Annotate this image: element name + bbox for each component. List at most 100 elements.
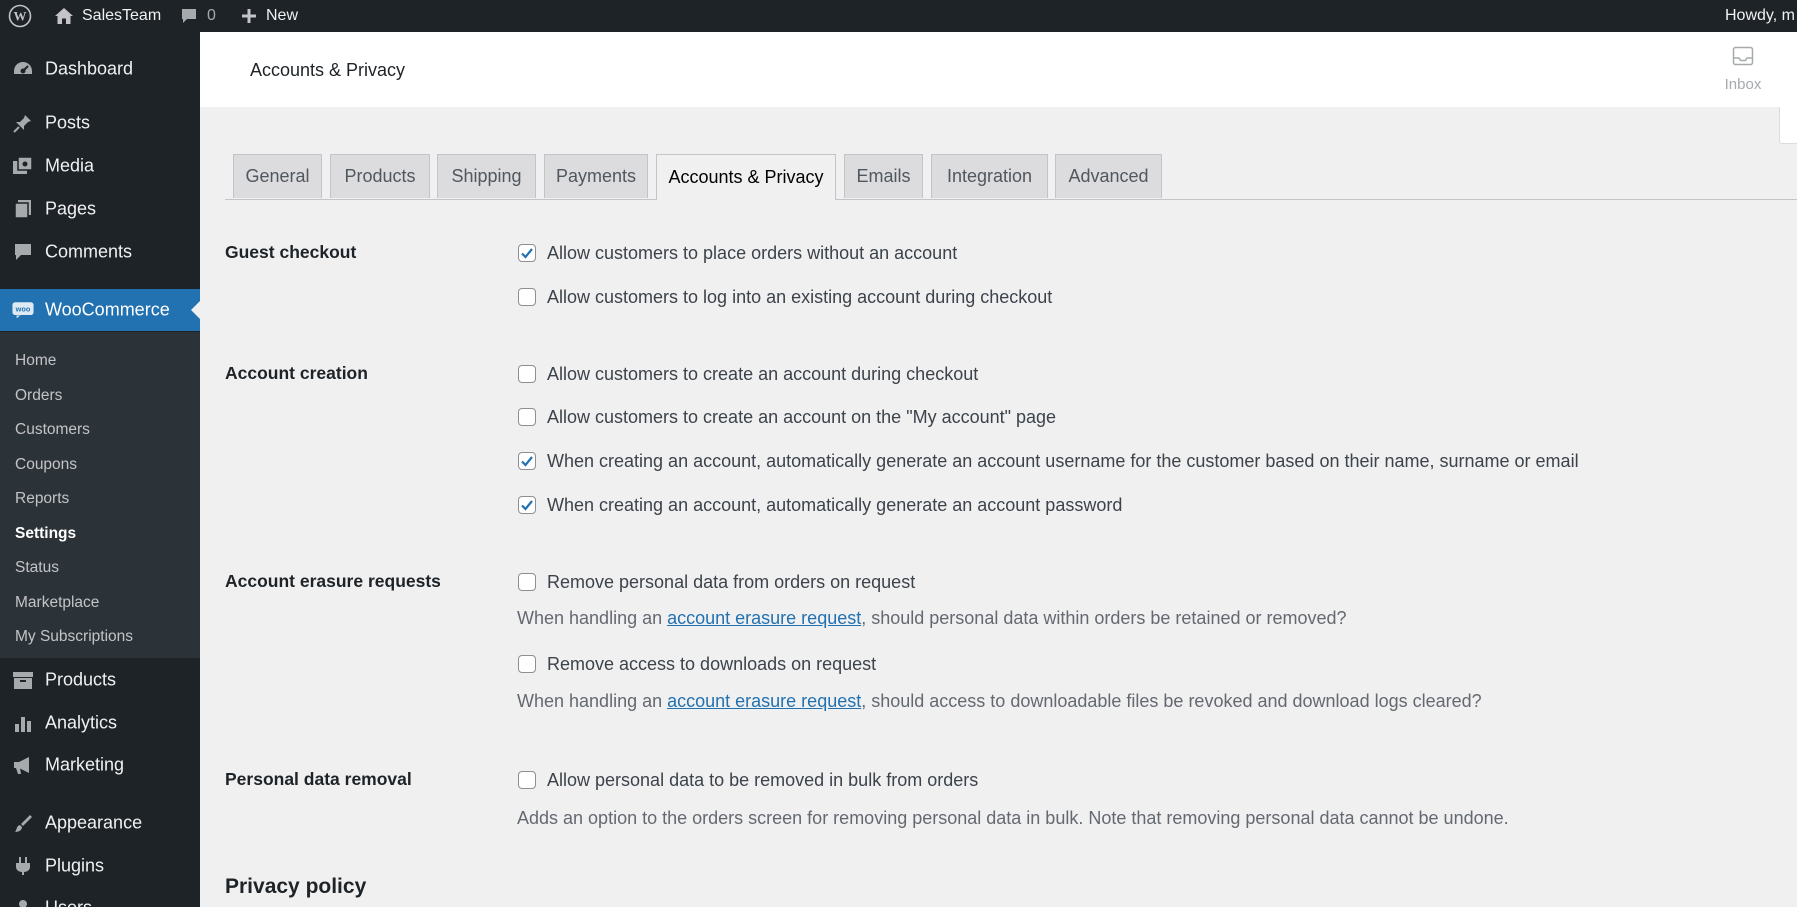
tab-advanced[interactable]: Advanced <box>1055 154 1162 198</box>
checkbox[interactable] <box>518 771 536 789</box>
menu-item-analytics[interactable]: Analytics <box>0 702 200 744</box>
checkbox[interactable] <box>518 408 536 426</box>
menu-label: Posts <box>45 112 91 133</box>
erasure-downloads-description: When handling an account erasure request… <box>517 691 1482 712</box>
page-header: Accounts & Privacy Inbox <box>200 32 1797 107</box>
site-name: SalesTeam <box>82 7 162 24</box>
submenu-reports[interactable]: Reports <box>15 490 69 508</box>
site-name-link[interactable]: SalesTeam <box>54 0 161 32</box>
menu-label: Marketing <box>45 754 125 775</box>
tab-accounts-privacy[interactable]: Accounts & Privacy <box>656 154 836 200</box>
dashboard-icon <box>12 58 34 80</box>
menu-label: Appearance <box>45 812 143 833</box>
menu-item-users[interactable]: Users <box>0 887 200 907</box>
svg-text:W: W <box>14 9 27 24</box>
guest-checkout-option[interactable]: Allow customers to place orders without … <box>518 241 957 265</box>
submenu-coupons[interactable]: Coupons <box>15 456 77 474</box>
current-menu-arrow <box>191 301 200 319</box>
tab-products[interactable]: Products <box>330 154 430 198</box>
menu-item-dashboard[interactable]: Dashboard <box>0 48 200 90</box>
tab-emails[interactable]: Emails <box>844 154 923 198</box>
menu-item-marketing[interactable]: Marketing <box>0 744 200 786</box>
create-account-checkout-option[interactable]: Allow customers to create an account dur… <box>518 362 978 386</box>
menu-label: Plugins <box>45 855 105 876</box>
guest-login-option[interactable]: Allow customers to log into an existing … <box>518 285 1052 309</box>
archive-icon <box>12 669 34 691</box>
generate-password-option[interactable]: When creating an account, automatically … <box>518 493 1122 517</box>
menu-item-appearance[interactable]: Appearance <box>0 802 200 844</box>
account-erasure-request-link[interactable]: account erasure request <box>667 608 861 628</box>
checkbox-checked[interactable] <box>518 244 536 262</box>
checkbox-checked[interactable] <box>518 496 536 514</box>
media-icon <box>12 155 34 177</box>
comments-link[interactable]: 0 <box>180 0 216 32</box>
menu-item-products[interactable]: Products <box>0 659 200 701</box>
submenu-customers[interactable]: Customers <box>15 421 90 439</box>
option-label: Allow customers to create an account dur… <box>547 363 979 384</box>
account-erasure-label: Account erasure requests <box>225 571 441 591</box>
option-label: Remove personal data from orders on requ… <box>547 571 916 592</box>
submenu-settings[interactable]: Settings <box>15 525 76 543</box>
woocommerce-submenu: Home Orders Customers Coupons Reports Se… <box>0 332 200 658</box>
checkbox[interactable] <box>518 365 536 383</box>
inbox-icon <box>1732 46 1754 70</box>
submenu-orders[interactable]: Orders <box>15 387 62 405</box>
inbox-label: Inbox <box>1724 76 1762 93</box>
menu-label: Pages <box>45 198 97 219</box>
tab-shipping[interactable]: Shipping <box>437 154 536 198</box>
menu-label: Users <box>45 898 92 907</box>
bulk-personal-data-description: Adds an option to the orders screen for … <box>517 808 1509 828</box>
submenu-status[interactable]: Status <box>15 559 59 577</box>
tab-integration[interactable]: Integration <box>931 154 1048 198</box>
bar-chart-icon <box>12 712 34 734</box>
submenu-home[interactable]: Home <box>15 352 56 370</box>
howdy-text: Howdy, m <box>1725 7 1795 24</box>
tab-general[interactable]: General <box>233 154 322 198</box>
screen-options-tab[interactable] <box>1779 107 1797 144</box>
generate-username-option[interactable]: When creating an account, automatically … <box>518 449 1579 473</box>
desc-text: When handling an <box>517 691 668 711</box>
checkbox-checked[interactable] <box>518 452 536 470</box>
page-icon <box>12 198 34 220</box>
inbox-button[interactable]: Inbox <box>1703 46 1783 93</box>
comment-icon <box>180 7 198 25</box>
menu-item-media[interactable]: Media <box>0 145 200 187</box>
create-account-my-account-option[interactable]: Allow customers to create an account on … <box>518 405 1056 429</box>
desc-text: , should personal data within orders be … <box>861 608 1347 628</box>
my-account-link[interactable]: Howdy, m <box>1725 0 1795 32</box>
menu-label: Dashboard <box>45 58 134 79</box>
settings-tabs: General Products Shipping Payments Accou… <box>225 154 1797 200</box>
bulk-personal-data-option[interactable]: Allow personal data to be removed in bul… <box>518 768 978 792</box>
menu-label: Analytics <box>45 712 118 733</box>
menu-item-posts[interactable]: Posts <box>0 102 200 144</box>
svg-text:woo: woo <box>15 304 31 313</box>
desc-text: , should access to downloadable files be… <box>861 691 1482 711</box>
menu-item-woocommerce[interactable]: woo WooCommerce <box>0 289 200 331</box>
submenu-my-subscriptions[interactable]: My Subscriptions <box>15 628 133 646</box>
tab-payments[interactable]: Payments <box>544 154 648 198</box>
plug-icon <box>12 855 34 877</box>
account-erasure-request-link[interactable]: account erasure request <box>667 691 861 711</box>
personal-data-removal-label: Personal data removal <box>225 769 412 789</box>
woocommerce-icon: woo <box>12 299 34 321</box>
erasure-orders-option[interactable]: Remove personal data from orders on requ… <box>518 570 915 594</box>
erasure-orders-description: When handling an account erasure request… <box>517 608 1347 629</box>
desc-text: When handling an <box>517 608 668 628</box>
menu-item-comments[interactable]: Comments <box>0 231 200 273</box>
menu-label: Media <box>45 155 95 176</box>
menu-item-pages[interactable]: Pages <box>0 188 200 230</box>
erasure-downloads-option[interactable]: Remove access to downloads on request <box>518 652 876 676</box>
checkbox[interactable] <box>518 655 536 673</box>
menu-item-plugins[interactable]: Plugins <box>0 845 200 887</box>
guest-checkout-label: Guest checkout <box>225 242 357 262</box>
option-label: Allow customers to log into an existing … <box>547 286 1053 307</box>
privacy-policy-heading: Privacy policy <box>225 875 367 898</box>
admin-bar: W SalesTeam 0 New Howdy, m <box>0 0 1797 32</box>
checkbox[interactable] <box>518 573 536 591</box>
comments-count: 0 <box>207 7 216 24</box>
checkbox[interactable] <box>518 288 536 306</box>
option-label: When creating an account, automatically … <box>547 450 1579 471</box>
wordpress-logo-icon[interactable]: W <box>8 0 32 32</box>
submenu-marketplace[interactable]: Marketplace <box>15 594 99 612</box>
new-content-link[interactable]: New <box>241 0 298 32</box>
